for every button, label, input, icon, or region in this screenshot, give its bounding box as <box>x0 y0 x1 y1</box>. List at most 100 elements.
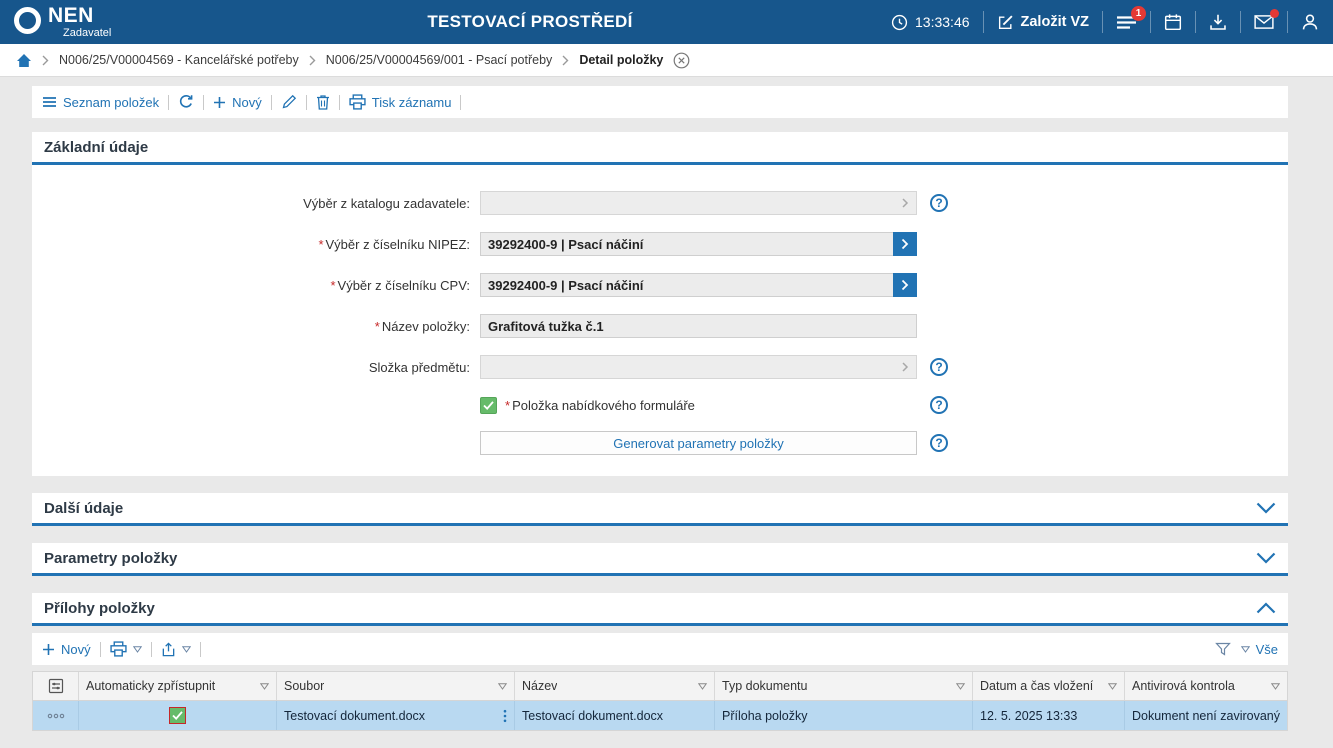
filter-funnel-icon[interactable] <box>1215 642 1231 656</box>
item-parameters-header[interactable]: Parametry položky <box>32 543 1288 576</box>
help-icon[interactable]: ? <box>930 396 948 414</box>
column-filter-icon[interactable] <box>1271 683 1280 690</box>
item-list-button[interactable]: Seznam položek <box>42 95 159 110</box>
cpv-field-label: *Výběr z číselníku CPV: <box>32 278 480 293</box>
new-attachment-label: Nový <box>61 642 91 657</box>
logo-title: NEN <box>48 5 111 26</box>
breadcrumb-item-current[interactable]: Detail položky <box>579 53 663 67</box>
kebab-menu-icon[interactable] <box>503 709 507 723</box>
main-menu-button[interactable]: 1 <box>1116 14 1137 31</box>
row-menu-icon[interactable] <box>47 712 65 720</box>
toolbar-separator <box>271 95 272 110</box>
logo-subtitle: Zadavatel <box>63 28 111 39</box>
downloads-button[interactable] <box>1209 13 1227 31</box>
toolbar-separator <box>200 642 201 657</box>
cpv-picker-field[interactable]: 39292400-9 | Psací náčiní <box>480 273 917 297</box>
generate-parameters-button[interactable]: Generovat parametry položky <box>480 431 917 455</box>
nipez-picker-button[interactable] <box>893 232 917 256</box>
print-record-label: Tisk záznamu <box>372 95 452 110</box>
row-actions-cell <box>33 701 79 730</box>
chevron-down-icon[interactable] <box>1256 552 1276 564</box>
attachments-header[interactable]: Přílohy položky <box>32 593 1288 626</box>
nen-logo-icon <box>14 7 41 34</box>
chevron-down-icon[interactable] <box>1256 502 1276 514</box>
catalog-picker-field[interactable] <box>480 191 917 215</box>
print-attachments-button[interactable] <box>110 641 142 657</box>
home-icon[interactable] <box>16 53 32 68</box>
breadcrumb: N006/25/V00004569 - Kancelářské potřeby … <box>0 44 1333 77</box>
subject-folder-field-row: Složka předmětu: ? <box>32 355 1288 379</box>
header-separator <box>1240 11 1241 33</box>
help-icon[interactable]: ? <box>930 434 948 452</box>
chevron-right-icon <box>562 55 569 66</box>
basic-data-section: Základní údaje Výběr z katalogu zadavate… <box>32 132 1288 476</box>
required-marker: * <box>330 278 335 293</box>
more-data-header[interactable]: Další údaje <box>32 493 1288 526</box>
column-filter-icon[interactable] <box>956 683 965 690</box>
subject-folder-picker-field[interactable] <box>480 355 917 379</box>
export-attachments-button[interactable] <box>161 642 191 657</box>
nipez-picker-field[interactable]: 39292400-9 | Psací náčiní <box>480 232 917 256</box>
cpv-picker-button[interactable] <box>893 273 917 297</box>
file-name[interactable]: Testovací dokument.docx <box>284 709 425 723</box>
menu-notification-badge: 1 <box>1131 6 1146 21</box>
edit-record-button[interactable] <box>281 94 297 110</box>
chevron-up-icon[interactable] <box>1256 602 1276 614</box>
help-icon[interactable]: ? <box>930 194 948 212</box>
close-breadcrumb-icon[interactable] <box>673 52 690 69</box>
column-settings-header[interactable] <box>33 672 79 700</box>
section-title: Základní údaje <box>44 139 148 156</box>
column-filter-icon[interactable] <box>498 683 507 690</box>
section-title: Parametry položky <box>44 550 177 567</box>
breadcrumb-item-vz[interactable]: N006/25/V00004569 - Kancelářské potřeby <box>59 53 299 67</box>
offer-form-checkbox[interactable] <box>480 397 497 414</box>
column-header-file[interactable]: Soubor <box>277 672 515 700</box>
doc-type-cell: Příloha položky <box>715 701 973 730</box>
filter-all-dropdown[interactable]: Vše <box>1241 642 1278 657</box>
required-marker: * <box>318 237 323 252</box>
column-settings-icon <box>48 678 64 694</box>
dropdown-triangle-icon[interactable] <box>133 646 142 653</box>
new-record-button[interactable]: Nový <box>213 95 262 110</box>
nen-logo[interactable]: NEN Zadavatel <box>14 5 111 39</box>
record-toolbar: Seznam položek Nový Tisk záznamu <box>32 86 1288 118</box>
messages-button[interactable] <box>1254 14 1274 30</box>
column-header-name[interactable]: Název <box>515 672 715 700</box>
download-icon <box>1209 13 1227 31</box>
file-cell: Testovací dokument.docx <box>277 701 515 730</box>
cpv-field-row: *Výběr z číselníku CPV: 39292400-9 | Psa… <box>32 273 1288 297</box>
calendar-button[interactable] <box>1164 13 1182 31</box>
auto-available-cell <box>79 701 277 730</box>
table-row[interactable]: Testovací dokument.docx Testovací dokume… <box>33 701 1287 730</box>
help-icon[interactable]: ? <box>930 358 948 376</box>
user-profile-button[interactable] <box>1301 13 1319 31</box>
edit-icon <box>997 14 1014 31</box>
breadcrumb-item-part[interactable]: N006/25/V00004569/001 - Psací potřeby <box>326 53 553 67</box>
delete-record-button[interactable] <box>316 94 330 110</box>
refresh-button[interactable] <box>178 94 194 110</box>
column-filter-icon[interactable] <box>698 683 707 690</box>
server-time: 13:33:46 <box>891 14 970 31</box>
toolbar-separator <box>100 642 101 657</box>
new-attachment-button[interactable]: Nový <box>42 642 91 657</box>
create-vz-button[interactable]: Založit VZ <box>997 14 1089 31</box>
refresh-icon <box>178 94 194 110</box>
column-header-doc-type[interactable]: Typ dokumentu <box>715 672 973 700</box>
catalog-field-label: Výběr z katalogu zadavatele: <box>32 196 480 211</box>
chevron-right-icon <box>309 55 316 66</box>
header-separator <box>1195 11 1196 33</box>
attachments-table: Automaticky zpřístupnit Soubor Název Typ… <box>32 671 1288 731</box>
list-icon <box>42 96 57 108</box>
item-list-label: Seznam položek <box>63 95 159 110</box>
print-record-button[interactable]: Tisk záznamu <box>349 94 452 110</box>
column-header-inserted[interactable]: Datum a čas vložení <box>973 672 1125 700</box>
column-filter-icon[interactable] <box>1108 683 1117 690</box>
basic-data-form: Výběr z katalogu zadavatele: ? *Výběr z … <box>32 165 1288 476</box>
column-filter-icon[interactable] <box>260 683 269 690</box>
column-header-antivirus[interactable]: Antivirová kontrola <box>1125 672 1287 700</box>
header-separator <box>983 11 984 33</box>
item-name-input[interactable]: Grafitová tužka č.1 <box>480 314 917 338</box>
auto-available-checkbox[interactable] <box>169 707 186 724</box>
dropdown-triangle-icon[interactable] <box>182 646 191 653</box>
column-header-auto-available[interactable]: Automaticky zpřístupnit <box>79 672 277 700</box>
